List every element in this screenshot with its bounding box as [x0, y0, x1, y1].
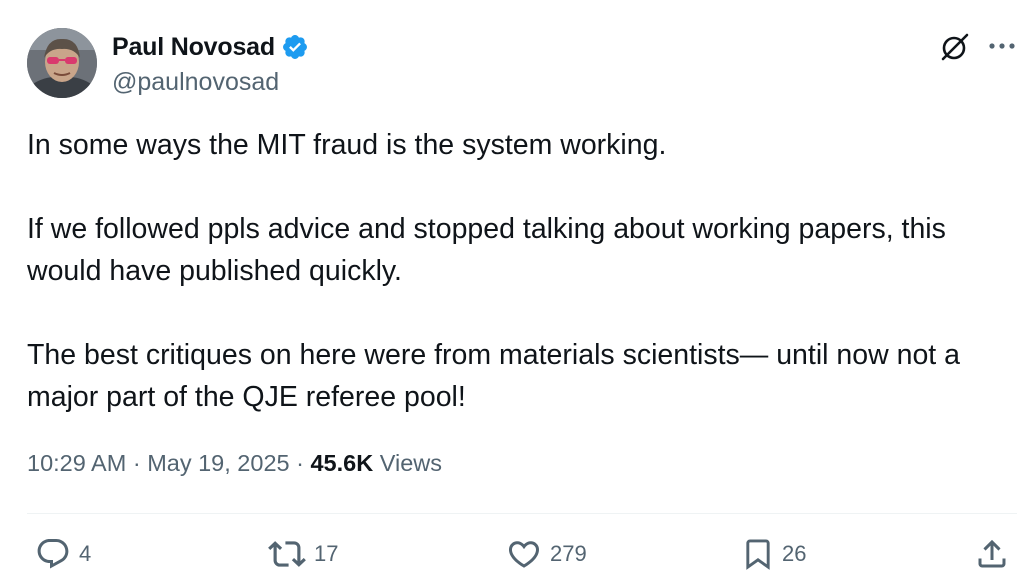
- author-handle[interactable]: @paulnovosad: [112, 68, 279, 97]
- like-count: 279: [550, 541, 587, 566]
- author-display-name[interactable]: Paul Novosad: [112, 33, 275, 62]
- share-icon: [978, 539, 1006, 568]
- tweet-date[interactable]: May 19, 2025: [147, 450, 289, 476]
- meta-separator: ·: [132, 450, 141, 476]
- reply-icon: [37, 539, 69, 569]
- reply-count: 4: [79, 541, 92, 566]
- reply-button[interactable]: 4: [35, 536, 91, 572]
- repost-button[interactable]: 17: [268, 536, 338, 572]
- author-name-row: Paul Novosad: [112, 31, 309, 63]
- divider: [27, 513, 1017, 514]
- repost-icon: [268, 541, 306, 567]
- share-button[interactable]: [974, 536, 1010, 572]
- heart-icon: [508, 541, 540, 568]
- views-label: Views: [379, 450, 442, 476]
- tweet-time[interactable]: 10:29 AM: [27, 450, 126, 476]
- verified-badge-icon[interactable]: [281, 33, 309, 61]
- bookmark-icon: [746, 539, 770, 570]
- grok-icon[interactable]: [939, 31, 971, 63]
- tweet-metadata: 10:29 AM · May 19, 2025 · 45.6K Views: [27, 450, 442, 477]
- repost-count: 17: [314, 541, 339, 566]
- tweet-paragraph: The best critiques on here were from mat…: [27, 339, 960, 413]
- tweet: Paul Novosad @paulnovosad In some ways t…: [0, 0, 1031, 587]
- bookmark-button[interactable]: 26: [742, 536, 806, 572]
- avatar[interactable]: [27, 28, 97, 98]
- views-count: 45.6K: [310, 450, 374, 476]
- bookmark-count: 26: [782, 541, 807, 566]
- tweet-text: In some ways the MIT fraud is the system…: [27, 124, 1012, 418]
- more-icon[interactable]: [986, 34, 1018, 58]
- tweet-paragraph: If we followed ppls advice and stopped t…: [27, 213, 946, 287]
- like-button[interactable]: 279: [506, 536, 587, 572]
- meta-separator: ·: [296, 450, 304, 476]
- avatar-image: [27, 28, 97, 98]
- tweet-paragraph: In some ways the MIT fraud is the system…: [27, 129, 667, 161]
